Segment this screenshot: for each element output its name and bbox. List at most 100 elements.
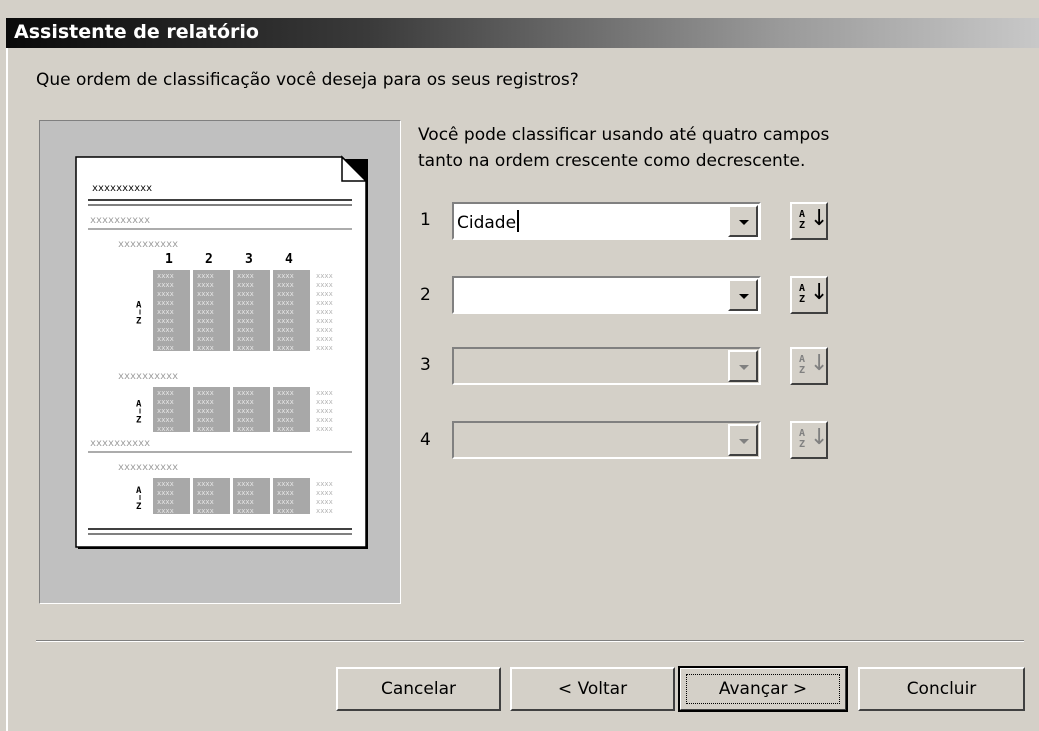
sort-field-3-dropdown-button[interactable] [728,350,758,382]
preview-cell-placeholder: xxxx [157,272,174,280]
sort-field-4-combo[interactable] [452,421,761,459]
sort-field-4-dropdown-button[interactable] [728,424,758,456]
finish-button[interactable]: Concluir [858,667,1025,711]
arrow-down-icon: ↓ [810,280,829,305]
chevron-down-icon [739,294,749,299]
chevron-down-icon [739,365,749,370]
preview-column-number: 1 [165,252,173,267]
preview-cell-placeholder: xxxx [197,489,214,497]
preview-cell-placeholder: xxxx [197,317,214,325]
preview-cell-placeholder: xxxx [237,281,254,289]
preview-cell-placeholder: xxxx [316,281,333,289]
preview-cell-placeholder: xxxx [237,299,254,307]
sort-field-4-number: 4 [420,430,431,450]
preview-cell-placeholder: xxxx [277,290,294,298]
preview-cell-placeholder: xxxx [157,480,174,488]
preview-cell-placeholder: xxxx [316,272,333,280]
sort-ascending-icon: AZ [799,428,806,450]
sort-ascending-icon: AZ [799,283,806,305]
preview-cell-placeholder: xxxx [197,299,214,307]
preview-cell-placeholder: xxxx [316,344,333,352]
sort-field-1-value[interactable]: Cidade [457,210,520,233]
sort-ascending-icon: AZ [799,354,806,376]
preview-cell-placeholder: xxxx [237,425,254,433]
sort-field-1-order-button[interactable]: AZ ↓ [790,202,828,240]
preview-cell-placeholder: xxxx [197,498,214,506]
preview-cell-placeholder: xxxx [237,416,254,424]
preview-cell-placeholder: xxxx [316,308,333,316]
preview-cell-placeholder: xxxx [157,317,174,325]
sort-field-2-dropdown-button[interactable] [728,279,758,311]
sort-field-2-combo[interactable] [452,276,761,314]
preview-cell-placeholder: xxxx [237,344,254,352]
sort-ascending-icon: AZ [799,209,806,231]
preview-cell-placeholder: xxxx [237,489,254,497]
next-button[interactable]: Avançar > [678,666,848,712]
preview-cell-placeholder: xxxx [237,308,254,316]
preview-cell-placeholder: xxxx [237,407,254,415]
preview-cell-placeholder: xxxx [277,498,294,506]
preview-cell-placeholder: xxxx [277,507,294,515]
preview-cell-placeholder: xxxx [197,416,214,424]
preview-cell-placeholder: xxxx [237,498,254,506]
preview-sort-a: A [136,400,142,410]
focus-rectangle [686,674,840,704]
cancel-button[interactable]: Cancelar [336,667,501,711]
preview-cell-placeholder: xxxx [277,389,294,397]
arrow-down-icon: ↓ [810,351,829,376]
preview-sort-a: A [136,301,142,311]
preview-cell-placeholder: xxxx [277,398,294,406]
preview-cell-placeholder: xxxx [157,407,174,415]
preview-cell-placeholder: xxxx [157,344,174,352]
preview-subgroup-header: xxxxxxxxxx [118,239,178,250]
preview-cell-placeholder: xxxx [237,326,254,334]
report-preview: xxxxxxxxxx xxxxxxxxxx xxxxxxxxxx 1 2 3 4 xxxx xx… [39,120,401,604]
sort-field-3-combo[interactable] [452,347,761,385]
back-button[interactable]: < Voltar [510,667,675,711]
sort-field-3-order-button[interactable]: AZ ↓ [790,347,828,385]
sort-field-2-order-button[interactable]: AZ ↓ [790,276,828,314]
preview-cell-placeholder: xxxx [237,335,254,343]
preview-cell-placeholder: xxxx [197,272,214,280]
preview-cell-placeholder: xxxx [237,290,254,298]
button-separator [36,640,1024,642]
preview-cell-placeholder: xxxx [197,281,214,289]
preview-cell-placeholder: xxxx [316,335,333,343]
preview-cell-placeholder: xxxx [316,389,333,397]
preview-cell-placeholder: xxxx [197,290,214,298]
preview-cell-placeholder: xxxx [277,308,294,316]
preview-cell-placeholder: xxxx [316,489,333,497]
preview-cell-placeholder: xxxx [157,489,174,497]
preview-cell-placeholder: xxxx [277,281,294,289]
preview-cell-placeholder: xxxx [157,498,174,506]
preview-cell-placeholder: xxxx [237,507,254,515]
preview-cell-placeholder: xxxx [277,489,294,497]
preview-cell-placeholder: xxxx [197,389,214,397]
preview-cell-placeholder: xxxx [277,480,294,488]
preview-cell-placeholder: xxxx [237,389,254,397]
preview-column-number: 2 [205,252,213,267]
window-title: Assistente de relatório [14,21,259,43]
arrow-down-icon: ↓ [810,206,829,231]
preview-cell-placeholder: xxxx [197,335,214,343]
preview-cell-placeholder: xxxx [157,326,174,334]
sort-field-1-combo[interactable]: Cidade [452,202,761,240]
preview-cell-placeholder: xxxx [237,317,254,325]
arrow-down-icon: ↓ [810,425,829,450]
report-preview-illustration: xxxxxxxxxxxxxxxxxxxxxxxxxxxxxx1 2 3 4xxxx xx… [75,155,368,549]
preview-cell-placeholder: xxxx [157,281,174,289]
preview-cell-placeholder: xxxx [316,398,333,406]
preview-sort-z: Z [136,317,142,327]
sort-field-1-dropdown-button[interactable] [728,205,758,237]
sort-field-4-order-button[interactable]: AZ ↓ [790,421,828,459]
preview-cell-placeholder: xxxx [197,480,214,488]
preview-cell-placeholder: xxxx [277,335,294,343]
preview-cell-placeholder: xxxx [277,326,294,334]
preview-cell-placeholder: xxxx [277,317,294,325]
preview-cell-placeholder: xxxx [316,507,333,515]
preview-cell-placeholder: xxxx [316,480,333,488]
sort-instructions: Você pode classificar usando até quatro … [418,122,829,174]
preview-sort-z: Z [136,502,142,512]
sort-field-3-number: 3 [420,355,431,375]
preview-cell-placeholder: xxxx [316,317,333,325]
